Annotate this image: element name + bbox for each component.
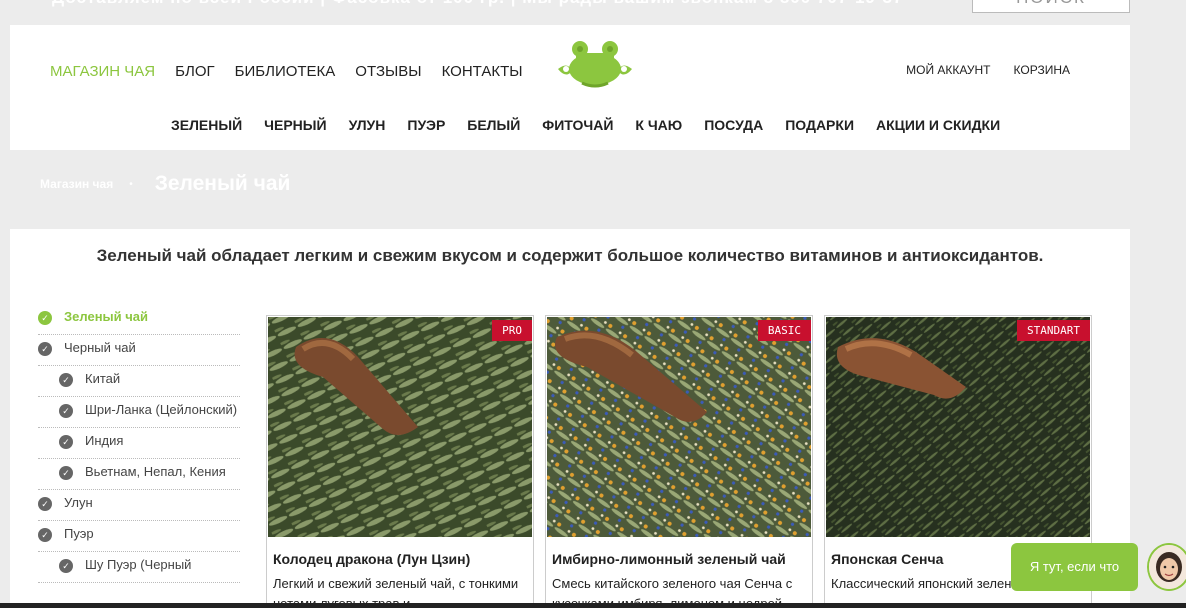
frog-logo[interactable] [554, 39, 636, 89]
cat-black[interactable]: ЧЕРНЫЙ [264, 117, 326, 133]
sidebar-item-puer[interactable]: ✓ Пуэр [38, 521, 240, 552]
sidebar-item-label: Вьетнам, Непал, Кения [85, 464, 226, 479]
check-circle-icon: ✓ [38, 342, 52, 356]
cat-sales[interactable]: АКЦИИ И СКИДКИ [876, 117, 1000, 133]
check-circle-icon: ✓ [38, 311, 52, 325]
site-header: МАГАЗИН ЧАЯ БЛОГ БИБЛИОТЕКА ОТЗЫВЫ КОНТА… [10, 25, 1130, 150]
sidebar-item-india[interactable]: ✓ Индия [38, 428, 240, 459]
tea-leaves-image [826, 317, 1090, 537]
main-content: Зеленый чай обладает легким и свежим вку… [10, 229, 1130, 608]
sidebar-item-vietnam[interactable]: ✓ Вьетнам, Непал, Кения [38, 459, 240, 490]
tea-leaves-image [547, 317, 811, 537]
page-title: Зеленый чай [154, 172, 291, 195]
check-circle-icon: ✓ [59, 404, 73, 418]
product-image[interactable]: BASIC [547, 317, 811, 537]
search-input[interactable]: ПОИСК [972, 0, 1130, 13]
sidebar-item-oolong[interactable]: ✓ Улун [38, 490, 240, 521]
nav-reviews[interactable]: ОТЗЫВЫ [355, 63, 421, 80]
cart-link[interactable]: КОРЗИНА [1014, 63, 1070, 77]
product-image[interactable]: STANDART [826, 317, 1090, 537]
cat-herbal[interactable]: ФИТОЧАЙ [542, 117, 613, 133]
check-circle-icon: ✓ [38, 528, 52, 542]
nav-blog[interactable]: БЛОГ [175, 63, 214, 80]
sidebar-item-label: Улун [64, 495, 93, 510]
product-image[interactable]: PRO [268, 317, 532, 537]
product-badge: STANDART [1017, 320, 1090, 341]
sidebar-item-shu-puer[interactable]: ✓ Шу Пуэр (Черный [38, 552, 240, 583]
sidebar-item-green[interactable]: ✓ Зеленый чай [38, 304, 240, 335]
check-circle-icon: ✓ [59, 435, 73, 449]
sidebar-item-label: Индия [85, 433, 124, 448]
cat-gifts[interactable]: ПОДАРКИ [785, 117, 854, 133]
category-sidebar: ✓ Зеленый чай ✓ Черный чай ✓ Китай ✓ Шри… [38, 304, 240, 583]
nav-tea-shop[interactable]: МАГАЗИН ЧАЯ [50, 63, 155, 80]
account-nav: МОЙ АККАУНТ КОРЗИНА [906, 63, 1070, 77]
my-account-link[interactable]: МОЙ АККАУНТ [906, 63, 990, 77]
sidebar-item-label: Шри-Ланка (Цейлонский) [85, 402, 238, 417]
product-badge: BASIC [757, 320, 811, 341]
product-title[interactable]: Имбирно-лимонный зеленый чай [552, 551, 786, 567]
sidebar-item-label: Зеленый чай [64, 309, 149, 324]
tea-leaves-image [268, 317, 532, 537]
breadcrumb: Магазин чая • Зеленый чай [40, 172, 290, 196]
main-nav: МАГАЗИН ЧАЯ БЛОГ БИБЛИОТЕКА ОТЗЫВЫ КОНТА… [50, 63, 523, 80]
product-card[interactable]: PRO Колодец дракона (Лун Цзин) Легкий и … [266, 315, 534, 608]
check-circle-icon: ✓ [59, 373, 73, 387]
cat-puer[interactable]: ПУЭР [407, 117, 445, 133]
top-info-text: Доставляем по всей России | Фасовка от 1… [52, 0, 903, 8]
sidebar-item-black[interactable]: ✓ Черный чай [38, 335, 240, 366]
sidebar-item-label: Черный чай [64, 340, 136, 355]
sidebar-item-label: Шу Пуэр (Черный [85, 557, 192, 572]
breadcrumb-shop[interactable]: Магазин чая [40, 177, 113, 191]
sidebar-item-label: Китай [85, 371, 121, 386]
product-title[interactable]: Колодец дракона (Лун Цзин) [273, 551, 470, 567]
cat-green[interactable]: ЗЕЛЕНЫЙ [171, 117, 242, 133]
sidebar-item-label: Пуэр [64, 526, 94, 541]
operator-avatar-icon [1149, 545, 1186, 589]
cat-tableware[interactable]: ПОСУДА [704, 117, 763, 133]
chat-avatar[interactable] [1147, 543, 1186, 591]
cat-for-tea[interactable]: К ЧАЮ [635, 117, 682, 133]
window-bottom-edge [0, 603, 1186, 608]
cat-white[interactable]: БЕЛЫЙ [467, 117, 520, 133]
check-circle-icon: ✓ [59, 466, 73, 480]
frog-logo-icon [558, 41, 632, 88]
product-badge: PRO [492, 320, 532, 341]
check-circle-icon: ✓ [38, 497, 52, 511]
category-nav: ЗЕЛЕНЫЙ ЧЕРНЫЙ УЛУН ПУЭР БЕЛЫЙ ФИТОЧАЙ К… [171, 117, 1000, 133]
category-intro: Зеленый чай обладает легким и свежим вку… [96, 246, 1044, 265]
breadcrumb-separator-icon: • [129, 178, 133, 190]
nav-library[interactable]: БИБЛИОТЕКА [235, 63, 336, 80]
product-card[interactable]: BASIC Имбирно-лимонный зеленый чай Смесь… [545, 315, 813, 608]
check-circle-icon: ✓ [59, 559, 73, 573]
nav-contacts[interactable]: КОНТАКТЫ [442, 63, 523, 80]
sidebar-item-china[interactable]: ✓ Китай [38, 366, 240, 397]
sidebar-item-sri-lanka[interactable]: ✓ Шри-Ланка (Цейлонский) [38, 397, 240, 428]
chat-widget-button[interactable]: Я тут, если что [1011, 543, 1138, 591]
product-title[interactable]: Японская Сенча [831, 551, 943, 567]
cat-oolong[interactable]: УЛУН [349, 117, 386, 133]
top-info-bar: Доставляем по всей России | Фасовка от 1… [0, 0, 1186, 24]
